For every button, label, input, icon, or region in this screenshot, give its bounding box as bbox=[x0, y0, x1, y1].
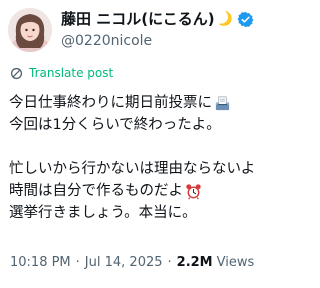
post-line-2-text: 今回は1分くらいで終わったよ。 bbox=[9, 117, 221, 133]
translate-post-label[interactable]: Translate post bbox=[29, 66, 113, 80]
post-line-3: 忙しいから行かないは理由ならないよ bbox=[9, 158, 307, 180]
post-line-3-text: 忙しいから行かないは理由ならないよ bbox=[9, 161, 256, 177]
meta-separator-2: · bbox=[167, 255, 172, 270]
verified-badge-icon[interactable] bbox=[237, 11, 254, 28]
post-date[interactable]: Jul 14, 2025 bbox=[85, 255, 163, 270]
display-name-row[interactable]: 藤田 ニコル(にこるん) 🌙 bbox=[61, 9, 254, 30]
post-line-4-text: 時間は自分で作るものだよ bbox=[9, 183, 183, 199]
alarm-clock-icon bbox=[186, 183, 201, 199]
avatar-photo bbox=[8, 8, 52, 52]
post-body: 今日仕事終わりに期日前投票に 今回は1分くらいで終わったよ。 忙しいから行かない… bbox=[9, 92, 307, 224]
post-line-5: 選挙行きましょう。本当に。 bbox=[9, 202, 307, 224]
post-header: 藤田 ニコル(にこるん) 🌙 @0220nicole bbox=[8, 8, 308, 52]
meta-separator: · bbox=[75, 255, 80, 270]
author-handle[interactable]: @0220nicole bbox=[61, 34, 254, 48]
views-label[interactable]: Views bbox=[217, 255, 255, 270]
views-count[interactable]: 2.2M bbox=[177, 255, 213, 270]
author-names: 藤田 ニコル(にこるん) 🌙 @0220nicole bbox=[61, 9, 254, 48]
post-line-1-text: 今日仕事終わりに期日前投票に bbox=[9, 95, 212, 111]
crescent-moon-icon: 🌙 bbox=[214, 9, 235, 30]
avatar[interactable] bbox=[8, 8, 52, 52]
translate-post-link[interactable]: Translate post bbox=[10, 66, 113, 80]
post-line-2: 今回は1分くらいで終わったよ。 bbox=[9, 114, 307, 136]
ballot-box-icon bbox=[215, 96, 230, 110]
post-line-4: 時間は自分で作るものだよ bbox=[9, 180, 307, 202]
post-time[interactable]: 10:18 PM bbox=[10, 255, 71, 270]
display-name[interactable]: 藤田 ニコル(にこるん) bbox=[61, 12, 215, 27]
post-meta: 10:18 PM · Jul 14, 2025 · 2.2M Views bbox=[10, 255, 254, 270]
post-line-5-text: 選挙行きましょう。本当に。 bbox=[9, 205, 197, 221]
post-line-1: 今日仕事終わりに期日前投票に bbox=[9, 92, 307, 114]
translate-icon bbox=[10, 67, 23, 79]
